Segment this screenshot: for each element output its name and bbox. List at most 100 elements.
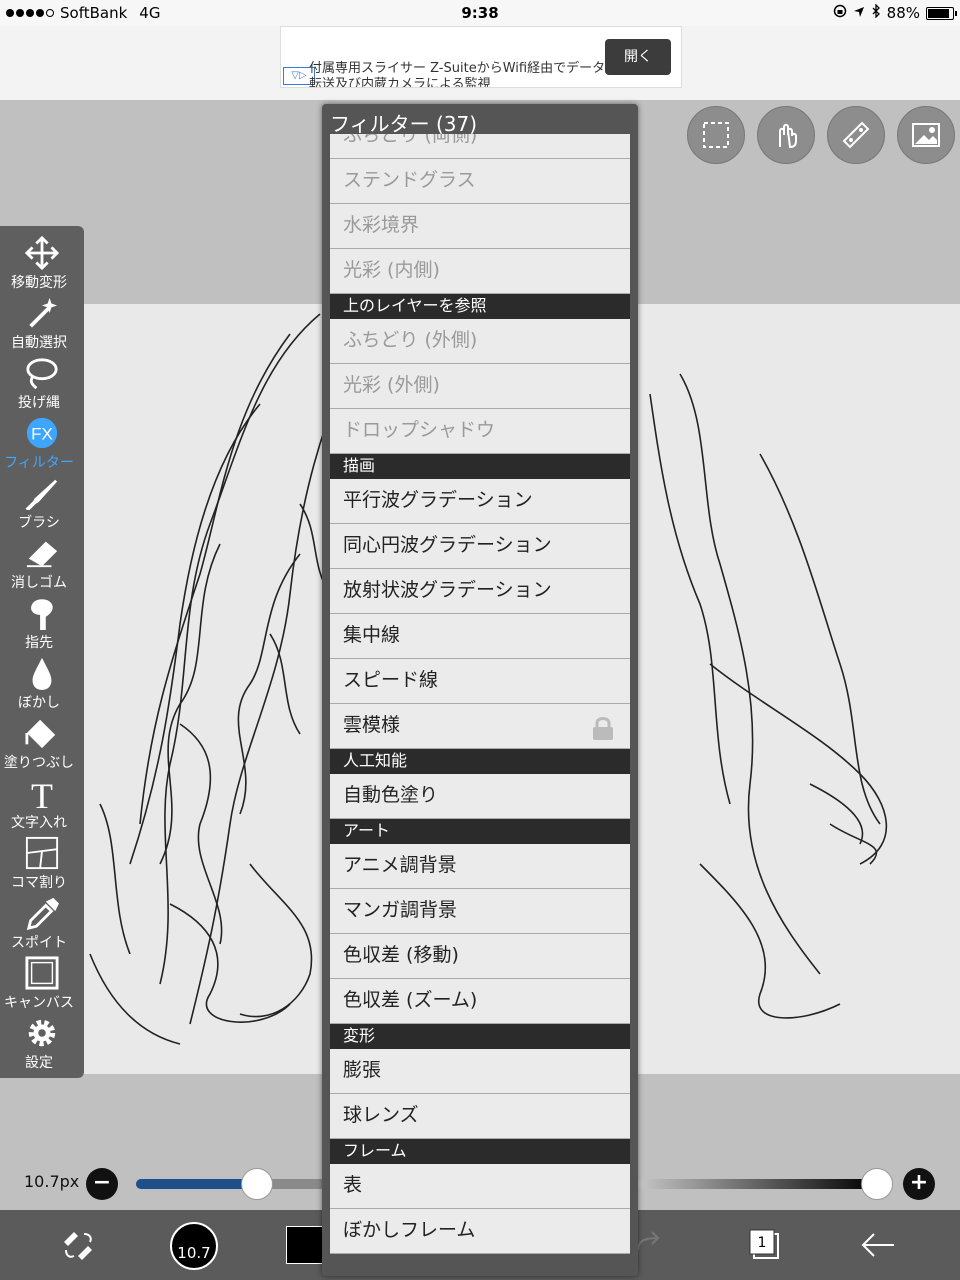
- selection-tool-button[interactable]: [687, 106, 745, 164]
- filter-item: ステンドグラス: [330, 159, 630, 204]
- opacity-slider[interactable]: [636, 1179, 876, 1189]
- brush-icon: [25, 479, 58, 510]
- filter-item-label: 水彩境界: [343, 214, 420, 236]
- gesture-tool-button[interactable]: [757, 106, 815, 164]
- tool-label: 移動変形: [11, 275, 67, 291]
- opacity-slider-handle[interactable]: [861, 1168, 893, 1200]
- back-button[interactable]: [860, 1232, 896, 1262]
- tool-text[interactable]: T 文字入れ: [0, 774, 84, 834]
- size-decrease-button[interactable]: −: [86, 1168, 118, 1200]
- redo-button[interactable]: [634, 1230, 666, 1262]
- filter-item-label: スピード線: [343, 669, 439, 691]
- tool-magic-wand[interactable]: 自動選択: [0, 294, 84, 354]
- tool-label: スポイト: [11, 935, 67, 951]
- filter-item[interactable]: スピード線: [330, 659, 630, 704]
- size-increase-button[interactable]: +: [903, 1168, 935, 1200]
- tool-eraser[interactable]: 消しゴム: [0, 534, 84, 594]
- tool-blur-drop[interactable]: ぼかし: [0, 654, 84, 714]
- tool-label: コマ割り: [11, 875, 67, 891]
- tool-move[interactable]: 移動変形: [0, 234, 84, 294]
- filter-item[interactable]: 集中線: [330, 614, 630, 659]
- lasso-icon: [26, 358, 58, 390]
- tool-brush[interactable]: ブラシ: [0, 474, 84, 534]
- filter-item-label: 球レンズ: [343, 1104, 419, 1126]
- tool-label: 自動選択: [11, 335, 67, 351]
- brush-size-slider[interactable]: [136, 1179, 336, 1189]
- brush-eraser-swap-icon: [64, 1232, 92, 1260]
- fx-icon: FX: [26, 417, 58, 449]
- tool-canvas[interactable]: キャンバス: [0, 954, 84, 1014]
- filter-item-label: ドロップシャドウ: [343, 419, 496, 441]
- brush-size-badge-button[interactable]: 10.7: [170, 1222, 218, 1270]
- image-tool-button[interactable]: [897, 106, 955, 164]
- filter-item[interactable]: 膨張: [330, 1049, 630, 1094]
- location-icon: [853, 4, 865, 22]
- tool-eyedropper[interactable]: スポイト: [0, 894, 84, 954]
- bluetooth-icon: [871, 3, 881, 22]
- filter-item-label: 同心円波グラデーション: [343, 534, 552, 556]
- svg-text:T: T: [31, 776, 53, 810]
- filter-item-label: 色収差 (移動): [343, 944, 459, 966]
- filter-section-header: 変形: [330, 1024, 630, 1049]
- brush-size-label: 10.7px: [24, 1172, 80, 1191]
- tool-label: 設定: [25, 1055, 53, 1071]
- filter-section-header: 描画: [330, 454, 630, 479]
- filter-item[interactable]: 同心円波グラデーション: [330, 524, 630, 569]
- filter-item-label: ふちどり (外側): [343, 329, 478, 351]
- filter-item[interactable]: 色収差 (ズーム): [330, 979, 630, 1024]
- hand-gesture-icon: [779, 123, 797, 149]
- tool-label: 文字入れ: [11, 815, 67, 831]
- filter-menu-title: フィルター (37): [330, 112, 478, 136]
- ad-banner-bar: ▽▷ 付属専用スライサー Z-SuiteからWifi経由でデータ転送及び内蔵カメ…: [0, 26, 960, 101]
- filter-item[interactable]: 放射状波グラデーション: [330, 569, 630, 614]
- ruler-tool-button[interactable]: [827, 106, 885, 164]
- filter-item[interactable]: マンガ調背景: [330, 889, 630, 934]
- ad-text: 付属専用スライサー Z-SuiteからWifi経由でデータ転送及び内蔵カメラによ…: [309, 61, 606, 88]
- ad-open-button[interactable]: 開く: [605, 39, 671, 75]
- tool-lasso[interactable]: 投げ縄: [0, 354, 84, 414]
- layer-count: 1: [757, 1235, 767, 1251]
- filter-item[interactable]: アニメ調背景: [330, 844, 630, 889]
- tool-label: ブラシ: [18, 515, 60, 531]
- move-icon: [24, 236, 60, 270]
- tool-label: 消しゴム: [11, 575, 67, 591]
- filter-item[interactable]: 球レンズ: [330, 1094, 630, 1139]
- swap-tool-button[interactable]: [60, 1228, 96, 1266]
- selection-icon: [703, 122, 729, 148]
- tool-finger[interactable]: 指先: [0, 594, 84, 654]
- brush-size-badge: 10.7: [177, 1244, 211, 1262]
- filter-item[interactable]: 雲模様: [330, 704, 630, 749]
- clock: 9:38: [461, 4, 499, 22]
- tool-fx[interactable]: FX フィルター: [0, 414, 84, 474]
- layers-button[interactable]: 1: [746, 1226, 782, 1266]
- filter-item[interactable]: 表: [330, 1164, 630, 1209]
- blur-drop-icon: [32, 657, 52, 690]
- filter-item[interactable]: 平行波グラデーション: [330, 479, 630, 524]
- filter-list[interactable]: ふちどり (両側) ステンドグラス 水彩境界 光彩 (内側) 上のレイヤーを参照 ふちどり…: [330, 134, 630, 1274]
- filter-item-label: 光彩 (内側): [343, 259, 440, 281]
- ruler-icon: [842, 121, 870, 149]
- filter-item-label: アニメ調背景: [343, 854, 457, 876]
- tool-fill-bucket[interactable]: 塗りつぶし: [0, 714, 84, 774]
- filter-item: ふちどり (外側): [330, 319, 630, 364]
- battery-icon: [926, 6, 957, 20]
- tool-label: フィルター: [4, 455, 74, 471]
- lock-icon: [592, 714, 614, 757]
- filter-item[interactable]: 自動色塗り: [330, 774, 630, 819]
- filter-item: 水彩境界: [330, 204, 630, 249]
- redo-icon: [637, 1231, 660, 1251]
- text-icon: T: [31, 776, 53, 810]
- color-swatch-button[interactable]: [286, 1226, 324, 1264]
- ad-banner[interactable]: ▽▷ 付属専用スライサー Z-SuiteからWifi経由でデータ転送及び内蔵カメ…: [280, 26, 682, 88]
- filter-item-label: 雲模様: [343, 714, 401, 736]
- filter-item: ドロップシャドウ: [330, 409, 630, 454]
- tool-gear[interactable]: 設定: [0, 1014, 84, 1074]
- filter-item[interactable]: 色収差 (移動): [330, 934, 630, 979]
- brush-size-slider-handle[interactable]: [241, 1168, 273, 1200]
- filter-item-label: ステンドグラス: [343, 169, 476, 191]
- filter-item-label: マンガ調背景: [343, 899, 458, 921]
- svg-text:FX: FX: [31, 425, 53, 444]
- filter-item[interactable]: ぼかしフレーム: [330, 1209, 630, 1254]
- eraser-icon: [26, 541, 58, 568]
- tool-panel-divide[interactable]: コマ割り: [0, 834, 84, 894]
